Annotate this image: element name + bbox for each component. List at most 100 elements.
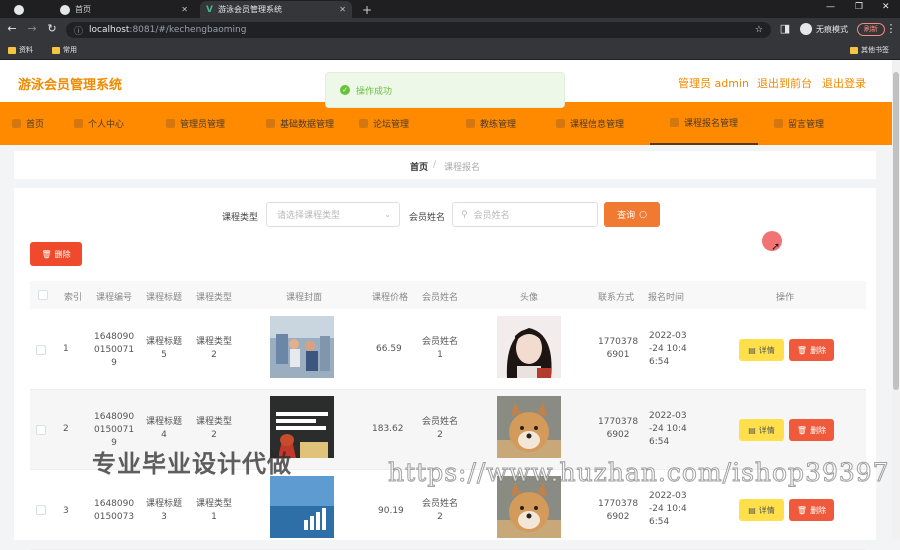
detail-icon: ▤ bbox=[748, 345, 756, 355]
folder-icon bbox=[850, 46, 858, 54]
browser-menu[interactable] bbox=[8, 1, 48, 18]
breadcrumb-separator: / bbox=[433, 160, 437, 170]
message-icon bbox=[774, 119, 783, 128]
row-title: 课程标题 4 bbox=[146, 417, 183, 440]
trash-icon: 🗑 bbox=[41, 249, 52, 259]
table-row: 1 1648090 0150071 9 课程标题 5 课程类型 2 66.59 … bbox=[30, 310, 866, 390]
row-index: 2 bbox=[63, 424, 69, 434]
detail-button[interactable]: ▤ 详情 bbox=[739, 339, 784, 361]
star-icon[interactable]: ☆ bbox=[755, 25, 763, 35]
breadcrumb-home[interactable]: 首页 bbox=[410, 160, 428, 173]
course-icon bbox=[556, 119, 565, 128]
table-header: 索引 课程编号 课程标题 课程类型 课程封面 课程价格 会员姓名 头像 联系方式… bbox=[30, 281, 866, 309]
row-delete-button[interactable]: 🗑 删除 bbox=[789, 339, 834, 361]
url-host: localhost bbox=[89, 25, 130, 35]
vue-icon: V bbox=[206, 4, 213, 15]
admin-label: 管理员 admin bbox=[678, 77, 749, 90]
row-index: 3 bbox=[63, 506, 69, 516]
minimize-icon[interactable]: — bbox=[826, 2, 835, 12]
member-name-input[interactable]: ⚲ 会员姓名 bbox=[452, 202, 598, 227]
sidepanel-icon[interactable]: ◨ bbox=[778, 22, 792, 36]
detail-button[interactable]: ▤ 详情 bbox=[739, 419, 784, 441]
row-time: 2022-03 -24 10:4 6:54 bbox=[649, 331, 687, 367]
row-delete-button[interactable]: 🗑 删除 bbox=[789, 419, 834, 441]
select-all-checkbox[interactable] bbox=[38, 290, 48, 300]
close-icon[interactable]: ✕ bbox=[181, 5, 188, 14]
th-price: 课程价格 bbox=[372, 293, 409, 303]
close-window-icon[interactable]: ✕ bbox=[882, 2, 890, 12]
bulk-delete-button[interactable]: 🗑 删除 bbox=[30, 242, 82, 266]
row-checkbox[interactable] bbox=[36, 345, 46, 355]
folder-icon bbox=[8, 46, 16, 54]
browser-tab-bar: 首页 ✕ V 游泳会员管理系统 ✕ + — ❐ ✕ bbox=[0, 0, 900, 18]
search-icon: ○ bbox=[639, 209, 647, 220]
nav-item-basic-data[interactable]: 基础数据管理 bbox=[266, 102, 334, 145]
th-actions: 操作 bbox=[776, 293, 795, 303]
back-to-front-link[interactable]: 退出到前台 bbox=[757, 75, 812, 91]
toast-message: 操作成功 bbox=[356, 86, 393, 97]
course-cover-image bbox=[270, 316, 334, 378]
row-phone: 1770378 6902 bbox=[598, 417, 639, 440]
row-type: 课程类型 1 bbox=[196, 499, 233, 522]
detail-button[interactable]: ▤ 详情 bbox=[739, 499, 784, 521]
info-icon: ⓘ bbox=[74, 26, 84, 37]
search-button[interactable]: 查询 ○ bbox=[604, 202, 660, 227]
th-cover: 课程封面 bbox=[286, 293, 323, 303]
row-member: 会员姓名 1 bbox=[422, 337, 459, 360]
browser-icon bbox=[14, 4, 24, 15]
nav-item-message[interactable]: 留言管理 bbox=[774, 102, 824, 145]
kebab-menu-icon[interactable]: ⋮ bbox=[884, 22, 898, 36]
forum-icon bbox=[359, 119, 368, 128]
url-path: :8081/#/kechengbaoming bbox=[129, 25, 247, 35]
nav-item-profile[interactable]: 个人中心 bbox=[74, 102, 124, 145]
reload-icon[interactable]: ↻ bbox=[45, 22, 59, 36]
browser-tab-active[interactable]: V 游泳会员管理系统 ✕ bbox=[200, 1, 352, 18]
forward-icon[interactable]: → bbox=[25, 22, 39, 36]
detail-icon: ▤ bbox=[748, 425, 756, 435]
course-type-select[interactable]: 请选择课程类型 ⌄ bbox=[266, 202, 400, 227]
home-icon bbox=[12, 119, 21, 128]
logout-link[interactable]: 退出登录 bbox=[822, 75, 866, 91]
update-button[interactable]: 刷新 bbox=[857, 23, 885, 36]
breadcrumb: 首页 / 课程报名 bbox=[14, 151, 876, 179]
nav-item-course-info[interactable]: 课程信息管理 bbox=[556, 102, 624, 145]
coach-icon bbox=[466, 119, 475, 128]
row-price: 183.62 bbox=[372, 424, 404, 434]
watermark-right: https://www.huzhan.com/ishop39397 bbox=[388, 458, 890, 488]
th-title: 课程标题 bbox=[146, 293, 183, 303]
chevron-down-icon: ⌄ bbox=[384, 210, 391, 219]
row-code: 1648090 0150071 9 bbox=[94, 332, 135, 368]
admin-icon bbox=[166, 119, 175, 128]
bookmark-folder[interactable]: 常用 bbox=[52, 45, 77, 55]
nav-item-course-signup[interactable]: 课程报名管理 bbox=[650, 102, 758, 145]
row-checkbox[interactable] bbox=[36, 425, 46, 435]
browser-tab-home[interactable]: 首页 ✕ bbox=[54, 1, 194, 18]
row-price: 90.19 bbox=[378, 506, 404, 516]
row-checkbox[interactable] bbox=[36, 505, 46, 515]
scrollbar-thumb[interactable] bbox=[893, 72, 899, 390]
maximize-icon[interactable]: ❐ bbox=[855, 2, 863, 12]
trash-icon: 🗑 bbox=[796, 345, 808, 355]
row-delete-button[interactable]: 🗑 删除 bbox=[789, 499, 834, 521]
mouse-cursor-icon: ➚ bbox=[771, 240, 781, 253]
app-title: 游泳会员管理系统 bbox=[18, 78, 123, 93]
address-bar[interactable]: ⓘ localhost:8081/#/kechengbaoming ☆ bbox=[66, 22, 771, 38]
close-icon[interactable]: ✕ bbox=[339, 5, 346, 14]
trash-icon: 🗑 bbox=[796, 425, 808, 435]
nav-item-coach[interactable]: 教练管理 bbox=[466, 102, 516, 145]
bookmark-folder[interactable]: 资料 bbox=[8, 45, 33, 55]
incognito-indicator[interactable]: 无痕模式 bbox=[800, 23, 848, 35]
user-icon bbox=[74, 119, 83, 128]
avatar bbox=[497, 316, 561, 378]
breadcrumb-current: 课程报名 bbox=[444, 163, 481, 173]
signup-icon bbox=[669, 118, 679, 127]
back-icon[interactable]: ← bbox=[5, 22, 19, 36]
nav-item-forum[interactable]: 论坛管理 bbox=[359, 102, 409, 145]
bookmarks-bar: 资料 常用 其他书签 bbox=[0, 42, 900, 60]
new-tab-button[interactable]: + bbox=[356, 1, 376, 18]
trash-icon: 🗑 bbox=[796, 505, 808, 515]
nav-item-admin[interactable]: 管理员管理 bbox=[166, 102, 225, 145]
incognito-icon bbox=[800, 23, 812, 35]
nav-item-home[interactable]: 首页 bbox=[12, 102, 44, 145]
other-bookmarks[interactable]: 其他书签 bbox=[850, 45, 889, 55]
